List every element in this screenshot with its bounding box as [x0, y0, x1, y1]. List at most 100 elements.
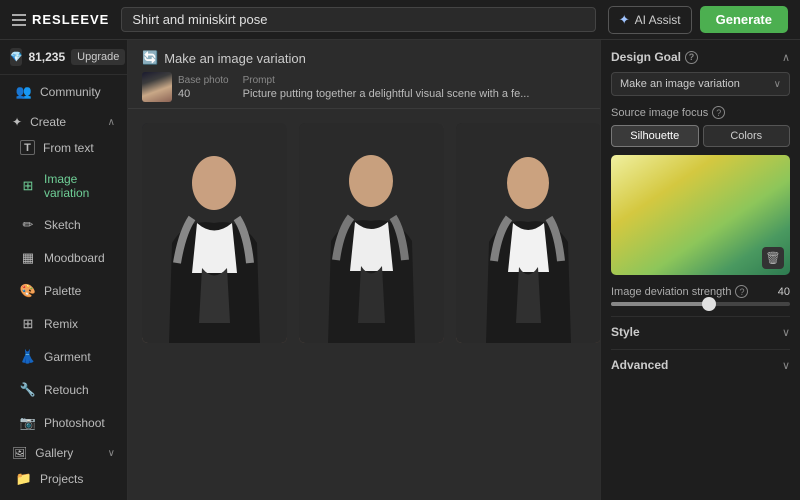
style-header[interactable]: Style ∨	[611, 325, 790, 345]
image-card-1[interactable]	[142, 123, 287, 343]
source-focus-info-icon[interactable]: ?	[712, 106, 725, 119]
deviation-label: Image deviation strength ?	[611, 285, 748, 298]
sidebar-label-garment: Garment	[44, 350, 91, 364]
advanced-title: Advanced	[611, 358, 668, 372]
remix-icon: ⊞	[20, 316, 36, 332]
sidebar-item-from-text[interactable]: T From text	[8, 132, 123, 163]
base-photo-label: Base photo	[178, 75, 229, 86]
deviation-row: Image deviation strength ? 40	[611, 285, 790, 298]
dropdown-chevron-icon: ∨	[774, 79, 781, 90]
ai-assist-label: AI Assist	[635, 13, 681, 27]
image-variation-icon: ⊞	[20, 178, 36, 194]
sidebar-label-community: Community	[40, 85, 101, 99]
gallery-icon: 🖼	[12, 446, 27, 460]
from-text-icon: T	[20, 140, 35, 155]
focus-buttons: Silhouette Colors	[611, 125, 790, 147]
fashion-image-3	[456, 123, 600, 343]
design-goal-header: Design Goal ? ∧	[611, 50, 790, 64]
hamburger-menu[interactable]	[12, 14, 26, 26]
sidebar-sub-create: T From text ⊞ Image variation ✏ Sketch ▦…	[0, 131, 127, 440]
gallery-chevron-icon: ∨	[108, 448, 115, 459]
design-goal-section: Design Goal ? ∧ Make an image variation …	[611, 50, 790, 96]
design-goal-title: Design Goal ?	[611, 50, 698, 64]
style-chevron-icon: ∨	[782, 326, 790, 339]
retouch-icon: 🔧	[20, 382, 36, 398]
variation-icon: 🔄	[142, 50, 158, 66]
sidebar-label-moodboard: Moodboard	[44, 251, 105, 265]
prompt-container: Prompt Picture putting together a deligh…	[243, 75, 530, 100]
sidebar-section-create[interactable]: ✦ Create ∧	[0, 109, 127, 131]
content-area: 🔄 Make an image variation Base photo 40 …	[128, 40, 600, 500]
content-header: 🔄 Make an image variation Base photo 40 …	[128, 40, 600, 109]
sidebar-label-palette: Palette	[44, 284, 81, 298]
image-grid: Generating image...	[128, 109, 600, 500]
design-goal-chevron-icon[interactable]: ∧	[782, 51, 790, 64]
logo: RESLEEVE	[12, 12, 109, 27]
credits-count: 81,235	[28, 50, 65, 64]
title-input[interactable]	[121, 7, 595, 32]
image-card-3[interactable]	[456, 123, 600, 343]
palette-icon: 🎨	[20, 283, 36, 299]
style-section: Style ∨	[611, 316, 790, 345]
image-card-2[interactable]	[299, 123, 444, 343]
content-header-label: Make an image variation	[164, 51, 306, 66]
sidebar-section-gallery[interactable]: 🖼 Gallery ∨	[0, 440, 127, 462]
sidebar-label-create: Create	[30, 115, 66, 129]
sidebar-item-image-variation[interactable]: ⊞ Image variation	[8, 164, 123, 208]
projects-icon: 📁	[16, 471, 32, 487]
credits-bar: 💎 81,235 Upgrade	[0, 40, 127, 75]
topbar: RESLEEVE ✦ AI Assist Generate	[0, 0, 800, 40]
ai-assist-button[interactable]: ✦ AI Assist	[608, 6, 692, 34]
sidebar-item-retouch[interactable]: 🔧 Retouch	[8, 374, 123, 406]
base-photo-thumb	[142, 72, 172, 102]
silhouette-button[interactable]: Silhouette	[611, 125, 699, 147]
prompt-label: Prompt	[243, 75, 530, 86]
advanced-section: Advanced ∨	[611, 349, 790, 378]
deviation-slider-track[interactable]	[611, 302, 790, 306]
advanced-header[interactable]: Advanced ∨	[611, 358, 790, 378]
sidebar-label-photoshoot: Photoshoot	[44, 416, 105, 430]
sidebar-item-garment[interactable]: 👗 Garment	[8, 341, 123, 373]
design-goal-info-icon[interactable]: ?	[685, 51, 698, 64]
photoshoot-icon: 📷	[20, 415, 36, 431]
generate-button[interactable]: Generate	[700, 6, 788, 33]
sidebar-label-retouch: Retouch	[44, 383, 89, 397]
moodboard-icon: ▦	[20, 250, 36, 266]
fashion-image-2	[299, 123, 444, 343]
base-photo-number: 40	[178, 88, 229, 100]
logo-text: RESLEEVE	[32, 12, 109, 27]
color-gradient-box: 🗑	[611, 155, 790, 275]
upgrade-button[interactable]: Upgrade	[71, 49, 125, 65]
delete-color-button[interactable]: 🗑	[762, 247, 784, 269]
sidebar-item-community[interactable]: 👥 Community	[4, 76, 123, 108]
sidebar-label-sketch: Sketch	[44, 218, 81, 232]
source-focus-label: Source image focus ?	[611, 106, 790, 119]
meta-info: Base photo 40	[178, 75, 229, 100]
style-title: Style	[611, 325, 640, 339]
sidebar-label-from-text: From text	[43, 141, 94, 155]
content-header-top: 🔄 Make an image variation	[142, 50, 586, 66]
prompt-text: Picture putting together a delightful vi…	[243, 88, 530, 100]
main-layout: 💎 81,235 Upgrade 👥 Community ✦ Create ∧ …	[0, 40, 800, 500]
deviation-info-icon[interactable]: ?	[735, 285, 748, 298]
sidebar-item-photoshoot[interactable]: 📷 Photoshoot	[8, 407, 123, 439]
colors-button[interactable]: Colors	[703, 125, 791, 147]
sketch-icon: ✏	[20, 217, 36, 233]
sidebar-label-gallery: Gallery	[35, 446, 73, 460]
design-goal-dropdown[interactable]: Make an image variation ∨	[611, 72, 790, 96]
create-chevron-icon: ∧	[108, 117, 115, 128]
deviation-slider-thumb[interactable]	[702, 297, 716, 311]
sidebar-item-moodboard[interactable]: ▦ Moodboard	[8, 242, 123, 274]
deviation-slider-fill	[611, 302, 709, 306]
sidebar-label-image-variation: Image variation	[44, 172, 111, 200]
meta-photo: Base photo 40	[142, 72, 229, 102]
deviation-value: 40	[778, 286, 790, 298]
content-meta: Base photo 40 Prompt Picture putting tog…	[142, 72, 586, 102]
sidebar-item-projects[interactable]: 📁 Projects	[4, 463, 123, 495]
sidebar-item-sketch[interactable]: ✏ Sketch	[8, 209, 123, 241]
sidebar: 💎 81,235 Upgrade 👥 Community ✦ Create ∧ …	[0, 40, 128, 500]
credits-icon: 💎	[10, 48, 22, 66]
sidebar-item-palette[interactable]: 🎨 Palette	[8, 275, 123, 307]
sidebar-item-remix[interactable]: ⊞ Remix	[8, 308, 123, 340]
source-focus-section: Source image focus ? Silhouette Colors 🗑	[611, 106, 790, 275]
